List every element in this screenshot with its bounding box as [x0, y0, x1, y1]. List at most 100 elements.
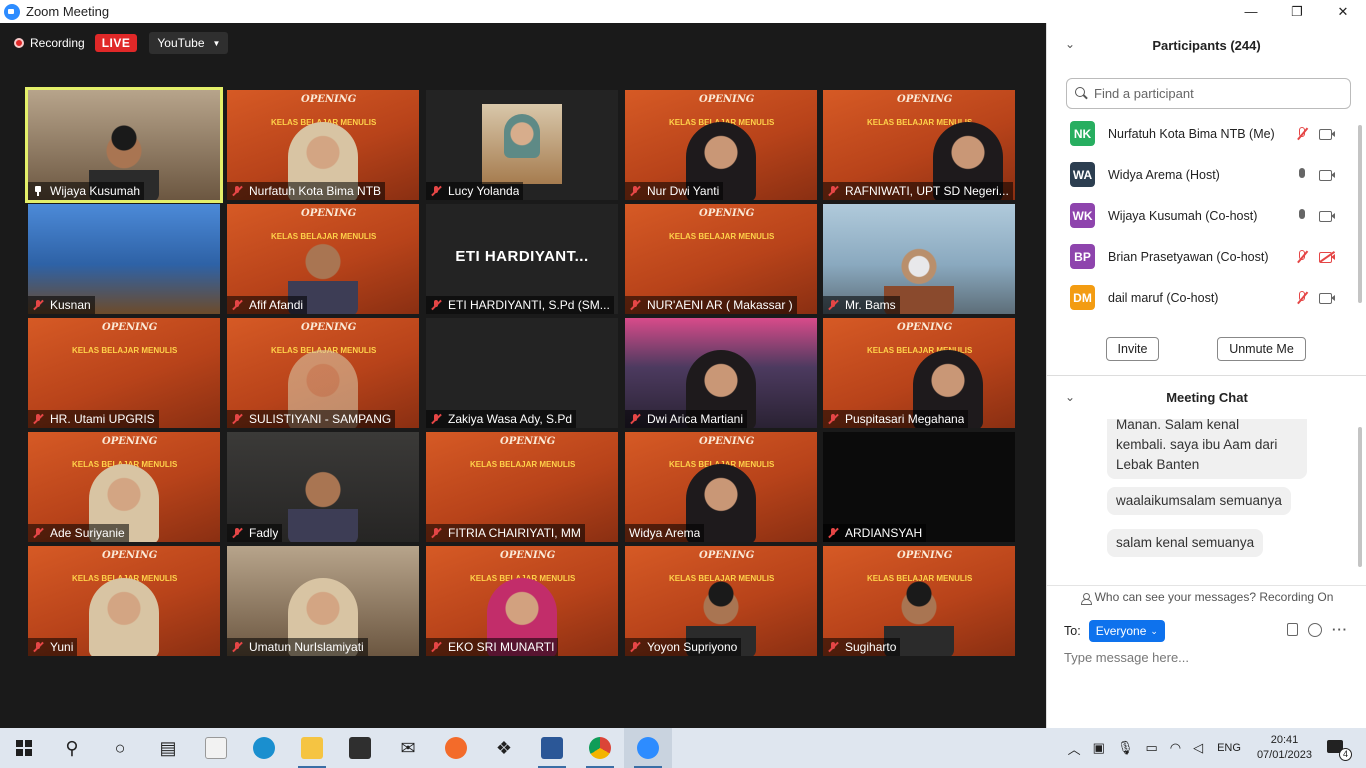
mail-app[interactable]: ✉	[384, 728, 432, 768]
recording-label[interactable]: Recording	[30, 36, 85, 50]
file-explorer-app[interactable]	[288, 728, 336, 768]
window-titlebar: Zoom Meeting — ❐ ✕	[0, 0, 1366, 23]
folder-icon	[301, 737, 323, 759]
close-button[interactable]: ✕	[1320, 0, 1366, 23]
chat-scrollbar[interactable]	[1357, 423, 1363, 579]
video-tile[interactable]: Mr. Bams	[823, 204, 1015, 314]
video-tile[interactable]: Nurfatuh Kota Bima NTB	[227, 90, 419, 200]
video-tile[interactable]: ETI HARDIYANT... ETI HARDIYANTI, S.Pd (S…	[426, 204, 618, 314]
tile-name-bar: Kusnan	[28, 296, 95, 314]
chevron-down-icon[interactable]: ⌄	[1065, 390, 1075, 404]
video-tile[interactable]: SULISTIYANI - SAMPANG	[227, 318, 419, 428]
participant-row[interactable]: DM dail maruf (Co-host)	[1047, 277, 1359, 318]
start-button[interactable]	[0, 728, 48, 768]
wifi-icon[interactable]: ◠	[1170, 740, 1181, 756]
mic-muted-icon	[430, 299, 442, 311]
task-view-button[interactable]: ▤	[144, 728, 192, 768]
video-tile[interactable]: Umatun NurIslamiyati	[227, 546, 419, 656]
scrollbar-thumb[interactable]	[1358, 427, 1362, 567]
tile-name: Afif Afandi	[249, 298, 304, 312]
video-tile[interactable]: Yoyon Supriyono	[625, 546, 817, 656]
participant-row[interactable]: WK Wijaya Kusumah (Co-host)	[1047, 195, 1359, 236]
edge-app[interactable]	[240, 728, 288, 768]
video-tile[interactable]: Sugiharto	[823, 546, 1015, 656]
tile-name: Lucy Yolanda	[448, 184, 520, 198]
video-tile[interactable]: Widya Arema	[625, 432, 817, 542]
mic-muted-icon	[629, 641, 641, 653]
participant-row[interactable]: NK Nurfatuh Kota Bima NTB (Me)	[1047, 113, 1359, 154]
live-badge[interactable]: LIVE	[94, 34, 138, 52]
video-tile[interactable]: RAFNIWATI, UPT SD Negeri...	[823, 90, 1015, 200]
mic-icon	[1295, 208, 1309, 223]
cortana-button[interactable]: ○	[96, 728, 144, 768]
video-tile[interactable]: Dwi Arica Martiani	[625, 318, 817, 428]
search-input[interactable]	[1094, 86, 1334, 101]
stream-target-dropdown[interactable]: YouTube ▼	[149, 32, 229, 54]
battery-icon[interactable]: ▭	[1145, 740, 1157, 756]
participant-row[interactable]: BP Brian Prasetyawan (Co-host)	[1047, 236, 1359, 277]
meet-now-icon[interactable]: ▣	[1093, 740, 1105, 756]
mic-muted-icon	[827, 299, 839, 311]
chevron-down-icon[interactable]: ⌄	[1065, 37, 1075, 51]
message-input[interactable]: Type message here...	[1064, 650, 1354, 665]
chat-message-line: kembali. saya ibu Aam dari	[1116, 437, 1278, 452]
recording-bar: Recording LIVE YouTube ▼	[14, 32, 229, 54]
video-tile[interactable]: FITRIA CHAIRIYATI, MM	[426, 432, 618, 542]
chat-message-line: Manan. Salam kenal	[1116, 419, 1240, 432]
language-indicator[interactable]: ENG	[1217, 742, 1241, 754]
video-tile[interactable]: Afif Afandi	[227, 204, 419, 314]
video-tile[interactable]: Puspitasari Megahana	[823, 318, 1015, 428]
visibility-note[interactable]: Who can see your messages? Recording On	[1047, 585, 1366, 607]
tile-name: Ade Suriyanie	[50, 526, 125, 540]
tile-name-bar: RAFNIWATI, UPT SD Negeri...	[823, 182, 1013, 200]
tile-name: Sugiharto	[845, 640, 897, 654]
participant-search[interactable]	[1066, 78, 1351, 109]
video-tile[interactable]: Ade Suriyanie	[28, 432, 220, 542]
scrollbar-thumb[interactable]	[1358, 125, 1362, 303]
tile-name: Dwi Arica Martiani	[647, 412, 744, 426]
video-tile[interactable]: Kusnan	[28, 204, 220, 314]
chevron-up-icon[interactable]: ︿	[1068, 739, 1081, 758]
video-tile[interactable]: HR. Utami UPGRIS	[28, 318, 220, 428]
video-tile[interactable]: ARDIANSYAH	[823, 432, 1015, 542]
video-tile[interactable]: Yuni	[28, 546, 220, 656]
word-app[interactable]	[528, 728, 576, 768]
participant-row[interactable]: WA Widya Arema (Host)	[1047, 154, 1359, 195]
recipient-dropdown[interactable]: Everyone ⌄	[1088, 620, 1165, 642]
minimize-button[interactable]: —	[1228, 0, 1274, 23]
tile-name: Yoyon Supriyono	[647, 640, 738, 654]
microphone-icon[interactable]: 🎙	[1117, 740, 1134, 756]
tile-name-bar: Yuni	[28, 638, 78, 656]
tile-name-bar: Lucy Yolanda	[426, 182, 524, 200]
emoji-icon[interactable]	[1308, 623, 1322, 637]
amazon-app[interactable]	[192, 728, 240, 768]
firefox-app[interactable]	[432, 728, 480, 768]
video-tile[interactable]: NUR'AENI AR ( Makassar )	[625, 204, 817, 314]
video-tile[interactable]: Lucy Yolanda	[426, 90, 618, 200]
mic-muted-icon[interactable]	[1295, 126, 1309, 141]
zoom-app[interactable]	[624, 728, 672, 768]
mic-muted-icon	[827, 641, 839, 653]
notification-icon[interactable]: 4	[1324, 735, 1352, 761]
video-tile[interactable]: Fadly	[227, 432, 419, 542]
dropbox-app[interactable]: ❖	[480, 728, 528, 768]
unmute-me-button[interactable]: Unmute Me	[1217, 337, 1306, 361]
file-icon[interactable]	[1287, 623, 1298, 636]
store-app[interactable]	[336, 728, 384, 768]
pin-icon	[32, 185, 44, 197]
restore-button[interactable]: ❐	[1274, 0, 1320, 23]
video-tile[interactable]: EKO SRI MUNARTI	[426, 546, 618, 656]
video-tile[interactable]: Nur Dwi Yanti	[625, 90, 817, 200]
video-tile[interactable]: Wijaya Kusumah	[25, 87, 223, 203]
video-tile[interactable]: Zakiya Wasa Ady, S.Pd	[426, 318, 618, 428]
invite-button[interactable]: Invite	[1106, 337, 1159, 361]
more-icon[interactable]: ···	[1332, 623, 1347, 637]
participants-scrollbar[interactable]	[1357, 111, 1363, 321]
search-button[interactable]: ⚲	[48, 728, 96, 768]
volume-icon[interactable]: ◁	[1193, 740, 1203, 756]
chrome-app[interactable]	[576, 728, 624, 768]
avatar: DM	[1070, 285, 1095, 310]
clock[interactable]: 20:41 07/01/2023	[1257, 733, 1312, 763]
mic-muted-icon	[1295, 290, 1309, 305]
tile-name: Yuni	[50, 640, 74, 654]
